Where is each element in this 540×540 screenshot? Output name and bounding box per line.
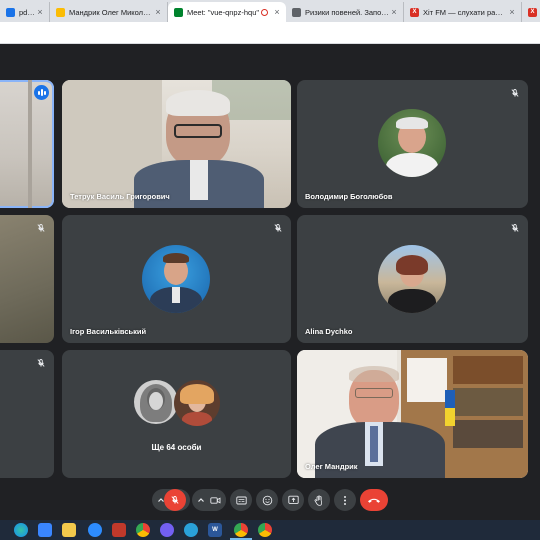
document-icon xyxy=(6,7,15,17)
participant-avatar xyxy=(378,109,446,177)
mic-off-icon xyxy=(171,496,179,504)
close-icon[interactable]: × xyxy=(272,7,282,17)
present-button[interactable] xyxy=(282,489,304,511)
camera-toggle-button[interactable] xyxy=(204,489,226,511)
mic-off-icon xyxy=(508,86,522,100)
telegram-icon[interactable] xyxy=(184,523,198,537)
participant-avatar xyxy=(378,245,446,313)
tab-title: Мандрик Олег Миколайови xyxy=(69,7,153,17)
recording-icon xyxy=(261,8,268,16)
radio-icon: X xyxy=(410,7,419,17)
browser-toolbar xyxy=(0,22,540,44)
edge-icon[interactable] xyxy=(14,523,28,537)
mic-off-icon xyxy=(508,221,522,235)
close-icon[interactable]: × xyxy=(35,7,45,17)
browser-tab-pdf[interactable]: pdf - Goog × xyxy=(0,2,50,22)
browser-tab-strip: pdf - Goog × Мандрик Олег Миколайови × M… xyxy=(0,0,540,22)
browser-tab-radio[interactable]: X Х xyxy=(522,2,540,22)
raise-hand-icon xyxy=(314,495,322,506)
close-icon[interactable]: × xyxy=(153,7,163,17)
leave-call-button[interactable] xyxy=(360,489,388,511)
participant-tile[interactable]: Тетрук Василь Григорович xyxy=(62,80,291,208)
raise-hand-button[interactable] xyxy=(308,489,330,511)
participant-tile[interactable]: Володимир Боголюбов xyxy=(297,80,528,208)
participant-name: Володимир Боголюбов xyxy=(305,192,393,201)
chrome-icon[interactable] xyxy=(136,523,150,537)
more-vert-icon xyxy=(344,495,346,505)
close-icon[interactable]: × xyxy=(507,7,517,17)
zoom-icon[interactable] xyxy=(88,523,102,537)
participant-tile[interactable] xyxy=(0,215,54,343)
participant-name: Ігор Васильківський xyxy=(70,327,147,336)
browser-tab-mandryk[interactable]: Мандрик Олег Миколайови × xyxy=(50,2,168,22)
meeting-controls xyxy=(0,484,540,516)
viber-icon[interactable] xyxy=(160,523,174,537)
present-icon xyxy=(287,495,299,504)
participant-tile[interactable] xyxy=(0,350,54,478)
captions-icon xyxy=(235,496,247,504)
participant-tile[interactable]: Alina Dychko xyxy=(297,215,528,343)
mic-off-icon xyxy=(34,221,48,235)
participant-tile[interactable]: Ігор Васильківський xyxy=(62,215,291,343)
mic-off-icon xyxy=(271,221,285,235)
document-icon xyxy=(56,7,65,17)
camera-icon xyxy=(209,496,220,504)
chrome-icon[interactable] xyxy=(258,523,272,537)
tab-title: Meet: "vue-qnpz-hqu" xyxy=(187,7,260,17)
participant-name: Alina Dychko xyxy=(305,327,353,336)
emoji-icon xyxy=(262,495,272,505)
participant-name: Тетрук Василь Григорович xyxy=(70,192,170,201)
close-icon[interactable]: × xyxy=(389,7,399,17)
word-icon[interactable]: W xyxy=(208,523,222,537)
meet-icon xyxy=(174,7,183,17)
browser-tab-meet[interactable]: Meet: "vue-qnpz-hqu" × xyxy=(168,2,286,22)
store-icon[interactable] xyxy=(38,523,52,537)
participant-tile[interactable] xyxy=(0,80,54,208)
tab-title: Хіт FM — слухати радіо онлай xyxy=(423,7,507,17)
end-call-icon xyxy=(368,498,380,503)
participant-tile[interactable]: Олег Мандрик xyxy=(297,350,528,478)
folder-icon[interactable] xyxy=(62,523,76,537)
participant-avatar xyxy=(142,245,210,313)
tab-title: pdf - Goog xyxy=(19,7,35,17)
browser-tab-floods[interactable]: Ризики повеней. Запобігання × xyxy=(286,2,404,22)
tab-title: Ризики повеней. Запобігання xyxy=(305,7,389,17)
others-count-label: Ще 64 особи xyxy=(151,443,202,452)
more-options-button[interactable] xyxy=(334,489,356,511)
others-tile[interactable]: Ще 64 особи xyxy=(62,350,291,478)
meet-stage: Тетрук Василь Григорович Володимир Богол… xyxy=(0,44,540,520)
taskbar: W xyxy=(0,520,540,540)
app-icon[interactable] xyxy=(112,523,126,537)
chrome-icon[interactable] xyxy=(234,523,248,537)
participant-avatar xyxy=(174,380,220,426)
microphone-toggle-button[interactable] xyxy=(164,489,186,511)
reactions-button[interactable] xyxy=(256,489,278,511)
browser-tab-hitfm[interactable]: X Хіт FM — слухати радіо онлай × xyxy=(404,2,522,22)
participant-avatar xyxy=(134,380,178,424)
radio-icon: X xyxy=(528,7,537,17)
participant-name: Олег Мандрик xyxy=(305,462,358,471)
speaking-indicator-icon xyxy=(34,85,49,100)
mic-off-icon xyxy=(34,356,48,370)
globe-icon xyxy=(292,7,301,17)
captions-button[interactable] xyxy=(230,489,252,511)
